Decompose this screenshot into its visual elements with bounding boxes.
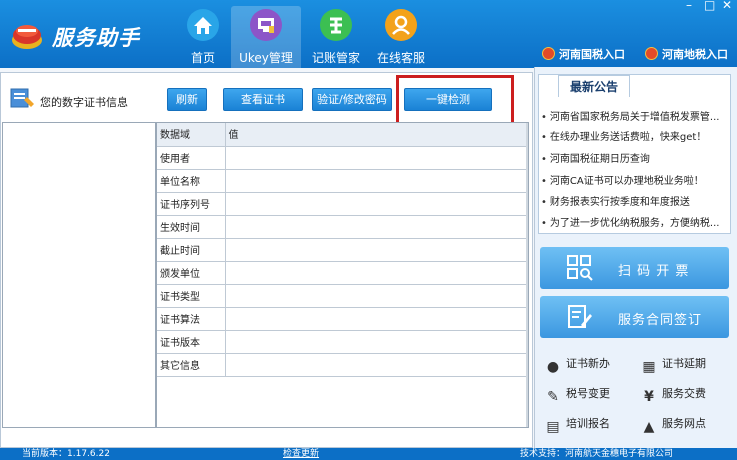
nav-ukey[interactable]: Ukey管理 bbox=[231, 6, 301, 68]
table-row: 证书算法 bbox=[157, 307, 528, 331]
service-fee-link[interactable]: ¥ 服务交费 bbox=[640, 384, 706, 406]
close-button[interactable]: ✕ bbox=[722, 0, 732, 11]
qr-scan-icon bbox=[567, 255, 593, 281]
nav-bookkeeping[interactable]: 记账管家 bbox=[301, 6, 371, 68]
grid-header-field: 数据域 bbox=[157, 123, 226, 147]
outlets-icon: ▲ bbox=[643, 419, 655, 435]
grid-value bbox=[225, 169, 528, 193]
version-label: 当前版本：1.17.6.22 bbox=[22, 449, 110, 459]
maximize-button[interactable]: □ bbox=[704, 0, 715, 11]
grid-field: 证书版本 bbox=[157, 330, 226, 354]
grid-field: 截止时间 bbox=[157, 238, 226, 262]
refresh-button[interactable]: 刷新 bbox=[167, 88, 207, 111]
table-row: 生效时间 bbox=[157, 215, 528, 239]
table-row: 证书序列号 bbox=[157, 192, 528, 216]
list-item[interactable]: 在线办理业务送话费啦，快来get！ bbox=[541, 128, 729, 143]
grid-value bbox=[225, 330, 528, 354]
calendar-icon: ▦ bbox=[642, 359, 656, 375]
national-tax-link[interactable]: 河南国税入口 bbox=[542, 43, 625, 67]
table-row: 证书类型 bbox=[157, 284, 528, 308]
list-item[interactable]: 河南国税征期日历查询 bbox=[541, 150, 729, 165]
tab-latest-notice[interactable]: 最新公告 bbox=[558, 75, 630, 97]
person-icon bbox=[385, 9, 417, 41]
grid-field: 证书序列号 bbox=[157, 192, 226, 216]
title-bar: 服务助手 首页 Ukey管理 记账管家 在线客服 – □ ✕ 河南国税入口 河南… bbox=[0, 0, 737, 68]
grid-header-row: 数据域 值 bbox=[157, 123, 528, 147]
service-outlets-link[interactable]: ▲ 服务网点 bbox=[640, 414, 706, 436]
user-add-icon: ● bbox=[546, 359, 560, 375]
list-item[interactable]: 为了进一步优化纳税服务，方便纳税... bbox=[541, 214, 729, 229]
app-title: 服务助手 bbox=[52, 26, 140, 50]
table-row: 颁发单位 bbox=[157, 261, 528, 285]
cert-new-link[interactable]: ● 证书新办 bbox=[544, 354, 610, 376]
app-logo-icon bbox=[12, 25, 42, 49]
cert-detail-grid: 数据域 值 使用者 单位名称 证书序列号 生效时间 截止时间 颁发单位 证书类型… bbox=[156, 122, 529, 428]
tax-id-change-link[interactable]: ✎ 税号变更 bbox=[544, 384, 610, 406]
grid-value bbox=[225, 146, 528, 170]
grid-value bbox=[225, 353, 528, 377]
grid-field: 证书算法 bbox=[157, 307, 226, 331]
grid-field: 生效时间 bbox=[157, 215, 226, 239]
grid-value bbox=[225, 215, 528, 239]
grid-value bbox=[225, 307, 528, 331]
view-cert-button[interactable]: 查看证书 bbox=[223, 88, 303, 111]
local-tax-link[interactable]: 河南地税入口 bbox=[645, 43, 728, 67]
check-update-link[interactable]: 检查更新 bbox=[283, 448, 319, 460]
grid-field: 单位名称 bbox=[157, 169, 226, 193]
national-emblem-icon bbox=[542, 47, 555, 60]
grid-value bbox=[225, 284, 528, 308]
contract-sign-icon bbox=[568, 305, 592, 328]
nav-label: Ukey管理 bbox=[239, 51, 293, 65]
grid-field: 使用者 bbox=[157, 146, 226, 170]
grid-scrollbar[interactable] bbox=[526, 123, 528, 427]
cert-extend-link[interactable]: ▦ 证书延期 bbox=[640, 354, 706, 376]
cert-info-title: 您的数字证书信息 bbox=[10, 84, 150, 114]
cert-icon bbox=[10, 88, 34, 108]
minimize-button[interactable]: – bbox=[686, 0, 692, 11]
home-icon bbox=[187, 9, 219, 41]
grid-value bbox=[225, 192, 528, 216]
scan-invoice-button[interactable]: 扫 码 开 票 bbox=[540, 247, 729, 289]
grid-value bbox=[225, 261, 528, 285]
grid-field: 颁发单位 bbox=[157, 261, 226, 285]
verify-password-button[interactable]: 验证/修改密码 bbox=[312, 88, 392, 111]
list-item[interactable]: 财务报表实行按季度和年度报送 bbox=[541, 193, 729, 208]
grid-header-value: 值 bbox=[225, 123, 528, 147]
list-item[interactable]: 河南省国家税务局关于增值税发票管... bbox=[541, 108, 729, 123]
table-row: 证书版本 bbox=[157, 330, 528, 354]
highlight-box bbox=[396, 75, 514, 125]
grid-field: 其它信息 bbox=[157, 353, 226, 377]
table-row: 截止时间 bbox=[157, 238, 528, 262]
nav-online-service[interactable]: 在线客服 bbox=[366, 6, 436, 68]
table-row: 其它信息 bbox=[157, 353, 528, 377]
tax-badge-icon bbox=[320, 9, 352, 41]
nav-label: 记账管家 bbox=[311, 51, 360, 65]
nav-label: 首页 bbox=[190, 51, 215, 65]
training-signup-link[interactable]: ▤ 培训报名 bbox=[544, 414, 610, 436]
yen-icon: ¥ bbox=[644, 389, 654, 405]
list-item[interactable]: 河南CA证书可以办理地税业务啦！ bbox=[541, 172, 729, 187]
cert-list-pane[interactable] bbox=[2, 122, 156, 428]
service-contract-button[interactable]: 服务合同签订 bbox=[540, 296, 729, 338]
book-icon: ▤ bbox=[546, 419, 560, 435]
grid-value bbox=[225, 238, 528, 262]
nav-home[interactable]: 首页 bbox=[168, 6, 238, 68]
table-row: 单位名称 bbox=[157, 169, 528, 193]
support-label: 技术支持：河南航天金穗电子有限公司 bbox=[520, 449, 674, 459]
local-emblem-icon bbox=[645, 47, 658, 60]
ukey-monitor-icon bbox=[250, 9, 282, 41]
table-row: 使用者 bbox=[157, 146, 528, 170]
tax-change-icon: ✎ bbox=[547, 389, 559, 405]
nav-label: 在线客服 bbox=[376, 51, 425, 65]
status-bar: 当前版本：1.17.6.22 检查更新 技术支持：河南航天金穗电子有限公司 bbox=[0, 448, 737, 460]
grid-field: 证书类型 bbox=[157, 284, 226, 308]
